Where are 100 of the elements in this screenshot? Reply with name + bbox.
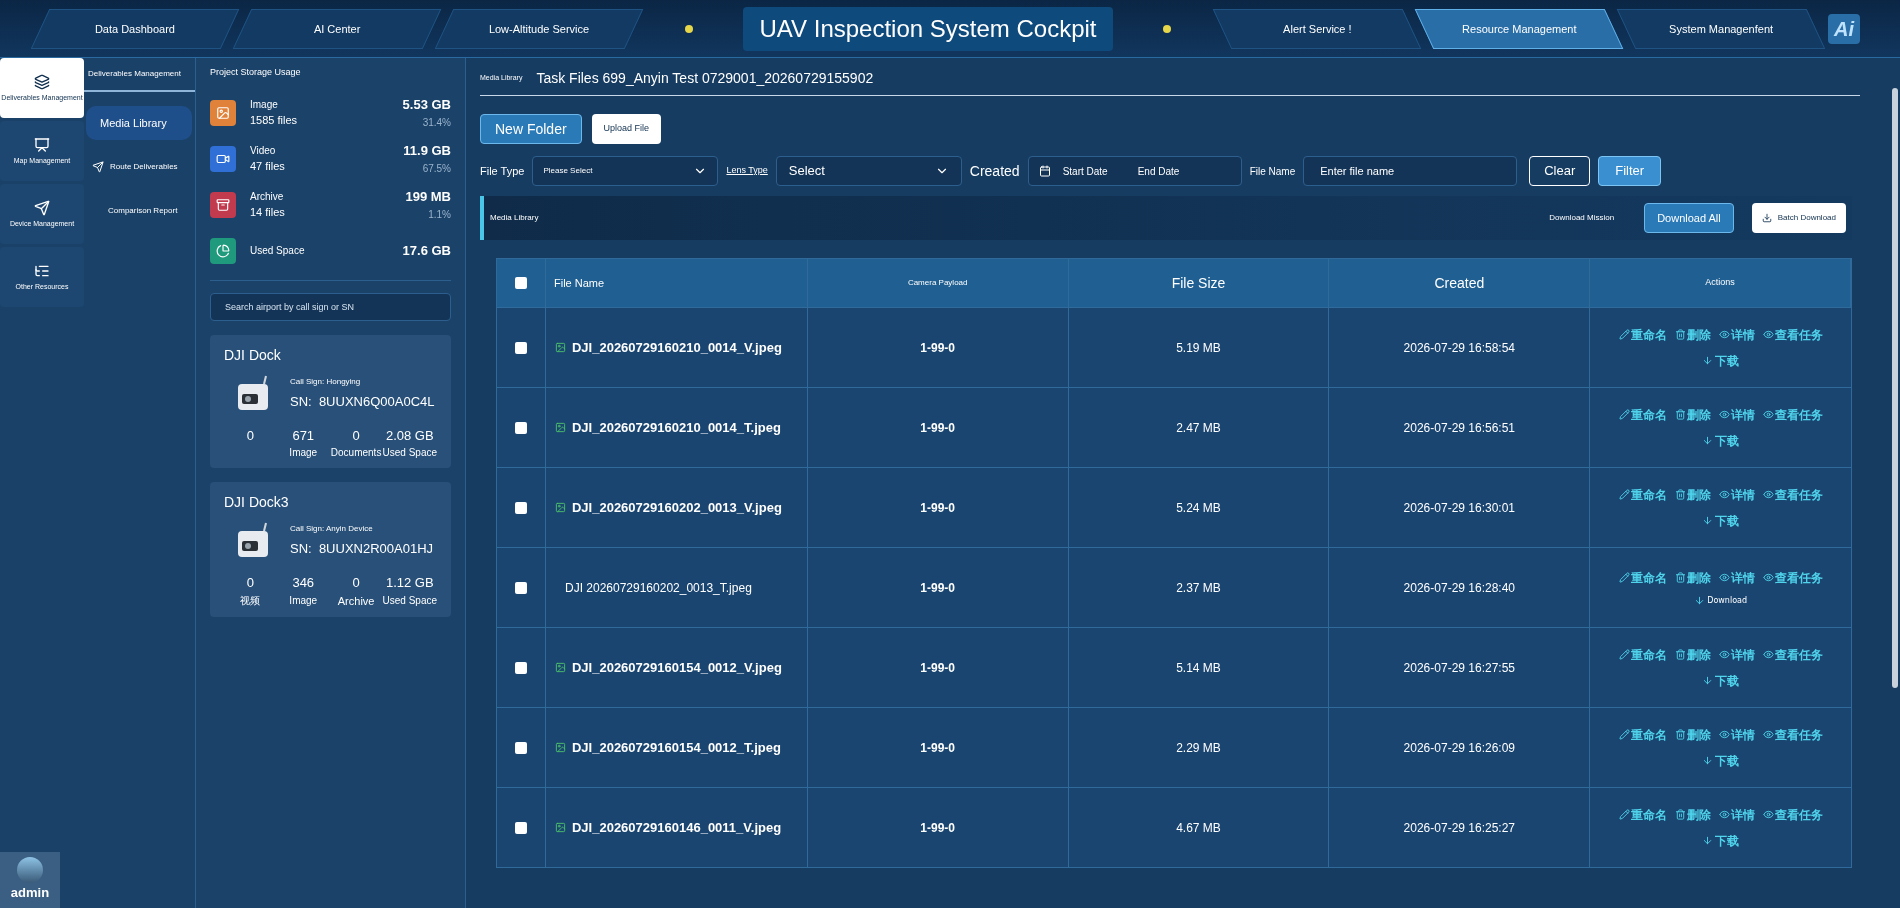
nav-tab[interactable]: AI Center (232, 8, 442, 49)
filter-button[interactable]: Filter (1598, 156, 1662, 186)
trash-icon (1674, 729, 1686, 740)
action-link[interactable]: 查看任务 (1762, 568, 1823, 587)
stat-label: Documents (330, 446, 382, 460)
download-link[interactable]: 下载 (1702, 431, 1740, 450)
date-range-field[interactable]: Start Date End Date (1027, 156, 1242, 186)
download-link[interactable]: 下载 (1702, 751, 1740, 770)
pencil-icon (1618, 809, 1630, 820)
submenu-item[interactable]: Route Deliverables (86, 150, 192, 184)
eye-icon (1718, 729, 1730, 740)
serial-number: SN: 8UUXN2R00A01HJ (290, 540, 434, 559)
action-link[interactable]: 详情 (1718, 325, 1755, 344)
action-link[interactable]: 删除 (1674, 725, 1711, 744)
action-link[interactable]: 删除 (1674, 325, 1711, 344)
dock-name: DJI Dock3 (224, 493, 290, 512)
action-link[interactable]: 查看任务 (1762, 405, 1823, 424)
nav-tab[interactable]: Data Dashboard (30, 8, 240, 49)
checkbox[interactable] (515, 421, 527, 434)
download-link[interactable]: 下载 (1702, 831, 1740, 850)
checkbox[interactable] (515, 741, 527, 754)
download-link[interactable]: Download (1694, 594, 1747, 607)
action-link[interactable]: 详情 (1718, 805, 1755, 824)
nav-tab[interactable]: Alert Service ! (1212, 8, 1422, 49)
action-link[interactable]: 查看任务 (1762, 485, 1823, 504)
submenu-item[interactable]: Media Library (86, 106, 192, 140)
action-link[interactable]: 查看任务 (1762, 325, 1823, 344)
stat-label: Used Space (382, 446, 437, 460)
airport-search-field[interactable]: Search airport by call sign or SN (210, 292, 451, 321)
action-link[interactable]: 重命名 (1618, 645, 1667, 664)
lens-type-select[interactable]: Select (775, 156, 962, 186)
action-link[interactable]: 查看任务 (1762, 805, 1823, 824)
batch-download-button[interactable]: Batch Download (1751, 203, 1846, 233)
new-folder-button[interactable]: New Folder (480, 114, 582, 144)
download-link[interactable]: 下载 (1702, 511, 1740, 530)
table-cell: 4.67 MB (1068, 788, 1330, 867)
download-link[interactable]: 下载 (1702, 671, 1740, 690)
action-link[interactable]: 详情 (1718, 485, 1755, 504)
action-link[interactable]: 详情 (1718, 568, 1755, 587)
action-link[interactable]: 查看任务 (1762, 725, 1823, 744)
file-name: DJI_20260729160154_0012_V.jpeg (571, 658, 782, 677)
download-link[interactable]: 下载 (1702, 351, 1740, 370)
checkbox[interactable] (515, 341, 527, 354)
pencil-icon (1618, 729, 1630, 740)
storage-label: Video (250, 143, 277, 158)
pencil-icon (1618, 572, 1630, 583)
image-icon (554, 742, 566, 753)
arrow-down-icon (1694, 595, 1706, 606)
arrow-down-icon (1702, 515, 1714, 526)
eye-icon (1762, 409, 1774, 420)
file-count: 14 files (250, 204, 286, 220)
table-cell: 2026-07-29 16:25:27 (1329, 788, 1591, 867)
checkbox[interactable] (515, 501, 527, 514)
action-link[interactable]: 详情 (1718, 645, 1755, 664)
nav-tab[interactable]: System Managenfent (1616, 8, 1826, 49)
nav-tab[interactable]: Low-Altitude Service (434, 8, 644, 49)
action-link[interactable]: 删除 (1674, 568, 1711, 587)
plane-icon (92, 161, 104, 173)
trash-icon (1674, 649, 1686, 660)
stat-value: 0 (352, 574, 360, 592)
call-sign: Call Sign: Hongying (290, 375, 362, 388)
download-mission-link[interactable]: Download Mission (1549, 212, 1615, 224)
image-icon (554, 662, 566, 673)
file-name: DJI 20260729160202_0013_T.jpeg (563, 579, 752, 597)
action-link[interactable]: 重命名 (1618, 568, 1667, 587)
image-icon (554, 342, 566, 353)
stat-value: 2.08 GB (385, 426, 434, 445)
clear-button[interactable]: Clear (1529, 156, 1591, 186)
eye-icon (1762, 572, 1774, 583)
action-link[interactable]: 重命名 (1618, 325, 1667, 344)
checkbox[interactable] (515, 661, 527, 674)
action-link[interactable]: 删除 (1674, 405, 1711, 424)
action-link[interactable]: 详情 (1718, 725, 1755, 744)
file-type-select[interactable]: Please Select (532, 156, 719, 186)
action-link[interactable]: 删除 (1674, 645, 1711, 664)
action-link[interactable]: 删除 (1674, 485, 1711, 504)
submenu-item[interactable]: Comparison Report (86, 194, 192, 228)
action-link[interactable]: 重命名 (1618, 405, 1667, 424)
eye-icon (1718, 809, 1730, 820)
download-all-button[interactable]: Download All (1644, 203, 1734, 233)
filter-label: File Name (1249, 164, 1296, 179)
action-link[interactable]: 详情 (1718, 405, 1755, 424)
app-title: UAV Inspection System Cockpit (743, 6, 1113, 51)
stat-label: Image (289, 593, 318, 608)
action-link[interactable]: 查看任务 (1762, 645, 1823, 664)
trash-icon (1674, 409, 1686, 420)
checkbox[interactable] (515, 277, 527, 289)
action-link[interactable]: 重命名 (1618, 485, 1667, 504)
action-link[interactable]: 重命名 (1618, 725, 1667, 744)
upload-button[interactable]: Upload File (591, 114, 662, 144)
action-link[interactable]: 删除 (1674, 805, 1711, 824)
scrollbar-thumb[interactable] (1892, 88, 1898, 688)
layers-icon (34, 73, 50, 90)
serial-number: SN: 8UUXN6Q00A0C4L (290, 392, 435, 411)
checkbox[interactable] (515, 821, 527, 834)
calendar-icon (1038, 165, 1051, 177)
action-link[interactable]: 重命名 (1618, 805, 1667, 824)
file-name-field[interactable]: Enter file name (1303, 156, 1518, 186)
checkbox[interactable] (515, 581, 527, 594)
nav-tab[interactable]: Resource Management (1414, 8, 1624, 49)
